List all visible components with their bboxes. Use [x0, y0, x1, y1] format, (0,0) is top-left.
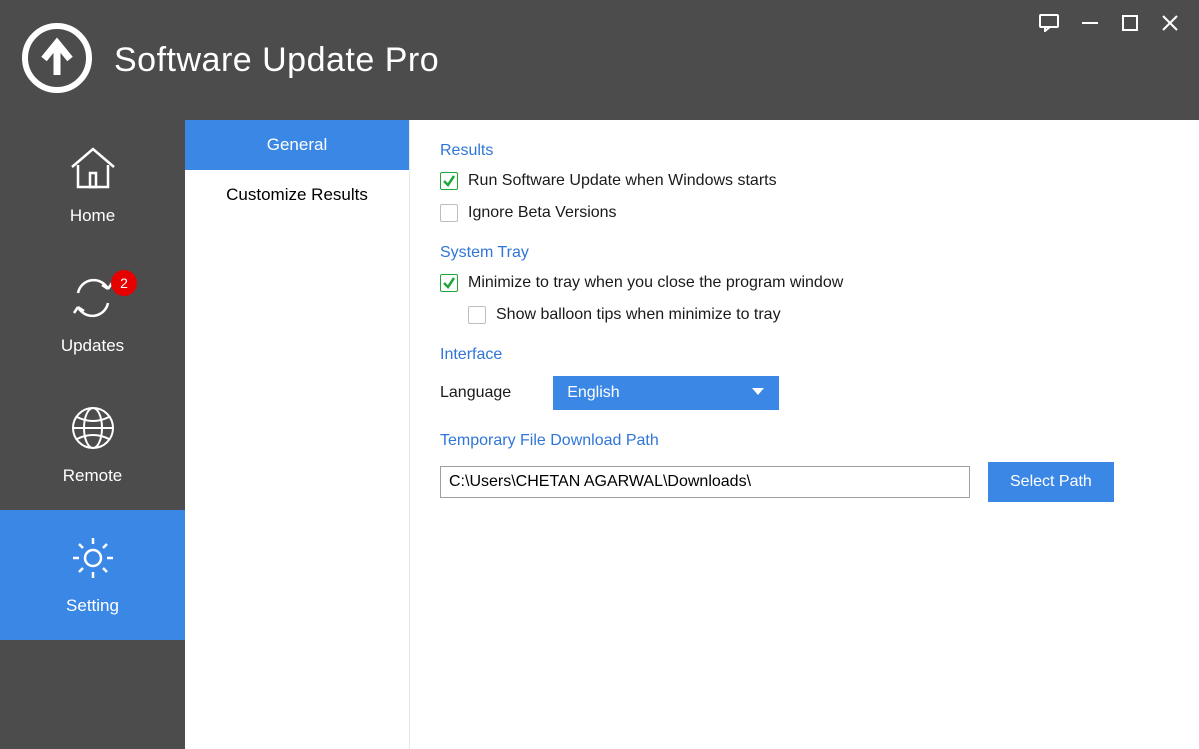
titlebar: Software Update Pro	[0, 0, 1199, 120]
group-header-results: Results	[440, 142, 1169, 160]
sidebar-item-label: Home	[70, 206, 115, 226]
group-header-download-path: Temporary File Download Path	[440, 432, 1169, 450]
subnav-item-general[interactable]: General	[185, 120, 409, 170]
checkbox-icon[interactable]	[468, 306, 486, 324]
sidebar-item-label: Setting	[66, 596, 119, 616]
option-label: Minimize to tray when you close the prog…	[468, 274, 843, 292]
sidebar-item-remote[interactable]: Remote	[0, 380, 185, 510]
group-header-interface: Interface	[440, 346, 1169, 364]
maximize-icon[interactable]	[1121, 14, 1139, 32]
chevron-down-icon	[751, 384, 765, 402]
app-logo-icon	[20, 21, 94, 100]
group-header-tray: System Tray	[440, 244, 1169, 262]
download-path-input[interactable]	[440, 466, 970, 498]
language-value: English	[567, 384, 619, 402]
checkbox-icon[interactable]	[440, 172, 458, 190]
subnav-item-customize-results[interactable]: Customize Results	[185, 170, 409, 220]
close-icon[interactable]	[1161, 14, 1179, 32]
language-row: Language English	[440, 376, 1169, 410]
subnav: General Customize Results	[185, 120, 410, 749]
checkbox-icon[interactable]	[440, 204, 458, 222]
app-title: Software Update Pro	[114, 41, 439, 80]
window-controls	[1039, 0, 1179, 32]
option-label: Show balloon tips when minimize to tray	[496, 306, 781, 324]
sidebar-item-setting[interactable]: Setting	[0, 510, 185, 640]
sidebar-item-updates[interactable]: 2 Updates	[0, 250, 185, 380]
body: Home 2 Updates Remote Setting General Cu…	[0, 120, 1199, 749]
sidebar-item-label: Updates	[61, 336, 124, 356]
globe-icon	[68, 405, 118, 456]
gear-icon	[68, 535, 118, 586]
language-label: Language	[440, 384, 511, 402]
minimize-icon[interactable]	[1081, 14, 1099, 32]
content: Results Run Software Update when Windows…	[410, 120, 1199, 749]
language-select[interactable]: English	[553, 376, 779, 410]
option-run-on-start[interactable]: Run Software Update when Windows starts	[440, 172, 1169, 190]
sidebar: Home 2 Updates Remote Setting	[0, 120, 185, 749]
select-path-button[interactable]: Select Path	[988, 462, 1114, 502]
sidebar-item-label: Remote	[63, 466, 123, 486]
option-balloon-tips[interactable]: Show balloon tips when minimize to tray	[468, 306, 1169, 324]
updates-badge: 2	[111, 270, 137, 296]
brand: Software Update Pro	[20, 21, 439, 100]
option-ignore-beta[interactable]: Ignore Beta Versions	[440, 204, 1169, 222]
download-path-row: Select Path	[440, 462, 1169, 502]
option-label: Ignore Beta Versions	[468, 204, 617, 222]
home-icon	[68, 145, 118, 196]
sidebar-item-home[interactable]: Home	[0, 120, 185, 250]
checkbox-icon[interactable]	[440, 274, 458, 292]
feedback-icon[interactable]	[1039, 14, 1059, 32]
option-label: Run Software Update when Windows starts	[468, 172, 777, 190]
sync-icon	[68, 275, 118, 326]
option-minimize-to-tray[interactable]: Minimize to tray when you close the prog…	[440, 274, 1169, 292]
